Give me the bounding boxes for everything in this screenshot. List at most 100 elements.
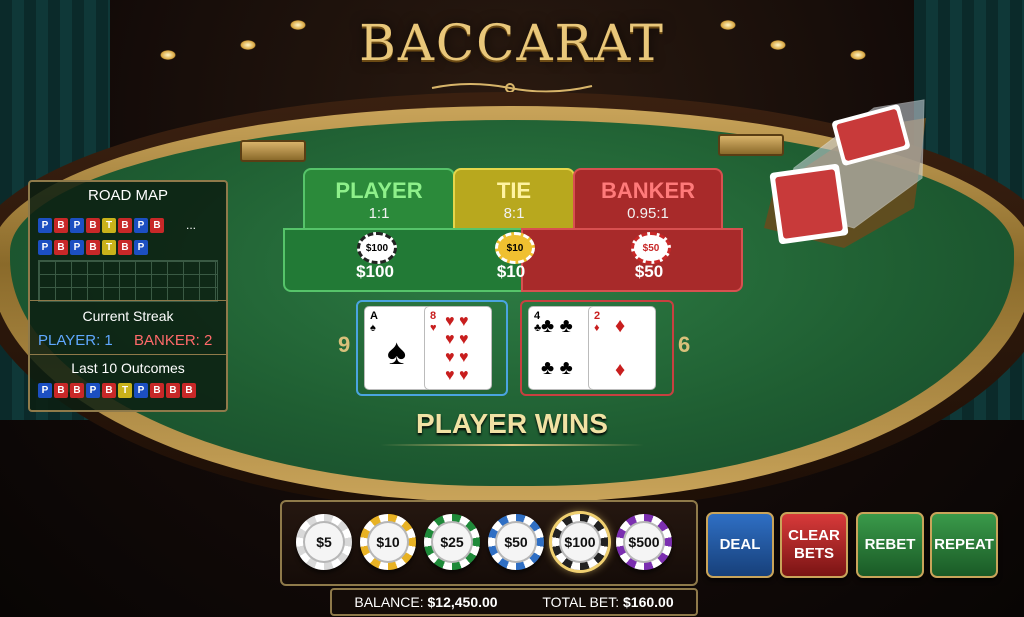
road-map-cell: B xyxy=(86,240,100,255)
tie-bet-chip: $10 xyxy=(495,232,535,264)
card-shoe xyxy=(764,99,926,248)
player-odds: 1:1 xyxy=(368,205,390,222)
chip-100-button[interactable]: $100 xyxy=(552,514,608,570)
card-rank: 2 xyxy=(594,310,601,322)
chip-25-button[interactable]: $25 xyxy=(424,514,480,570)
road-map-cell: T xyxy=(102,218,116,233)
chip-selector-tray: $5 $10 $25 $50 $100 $500 xyxy=(280,500,698,586)
chip-label: $500 xyxy=(623,521,665,563)
road-map-cell: B xyxy=(70,383,84,398)
player-card-2: 8 ♥ ♥ ♥ ♥ ♥ ♥ ♥ ♥ ♥ xyxy=(424,306,492,390)
chip-5-button[interactable]: $5 xyxy=(296,514,352,570)
road-map-cell: P xyxy=(70,240,84,255)
card-suit: ♠ xyxy=(370,322,376,334)
balance-label: BALANCE: xyxy=(354,594,424,610)
wall-light xyxy=(290,20,306,30)
road-map-cell: B xyxy=(54,383,68,398)
chip-slot xyxy=(240,140,306,162)
player-score: 9 xyxy=(338,332,351,357)
banker-bet-zone[interactable] xyxy=(521,228,743,292)
road-map-row: PBPBTBPB xyxy=(38,218,164,233)
road-map-cell: P xyxy=(134,240,148,255)
total-bet-value: $160.00 xyxy=(623,594,674,610)
divider xyxy=(30,354,226,355)
road-map-cell: B xyxy=(86,218,100,233)
road-map-cell: P xyxy=(70,218,84,233)
banker-card-2: 2 ♦ ♦ ♦ xyxy=(588,306,656,390)
card-rank: A xyxy=(370,310,378,322)
road-map-cell: B xyxy=(118,218,132,233)
banker-streak: BANKER: 2 xyxy=(134,332,213,349)
banker-bet-box[interactable]: BANKER 0.95:1 xyxy=(573,168,723,232)
player-card-1: A ♠ ♠ xyxy=(364,306,432,390)
wall-light xyxy=(160,50,176,60)
road-map-panel: ROAD MAP PBPBTBPB ... PBPBTBP Current St… xyxy=(28,180,228,412)
chip-label: $100 xyxy=(559,521,601,563)
player-bet-zone[interactable] xyxy=(283,228,525,292)
balance-value: $12,450.00 xyxy=(427,594,498,610)
heart-icon: ♥ ♥ xyxy=(445,367,469,384)
tie-bet-amount: $10 xyxy=(496,262,526,281)
clear-bets-button[interactable]: CLEAR BETS xyxy=(780,512,848,578)
betting-area: PLAYER 1:1 TIE 8:1 BANKER 0.95:1 $100 $1… xyxy=(283,168,743,292)
road-map-cell: P xyxy=(38,240,52,255)
tie-bet-box[interactable]: TIE 8:1 xyxy=(453,168,575,232)
total-bet-label: TOTAL BET: xyxy=(542,594,620,610)
chip-label: $10 xyxy=(367,521,409,563)
road-map-cell: P xyxy=(134,383,148,398)
card-rank: 4 xyxy=(534,310,541,322)
chip-label: $25 xyxy=(431,521,473,563)
road-map-cell: B xyxy=(54,218,68,233)
player-bet-box[interactable]: PLAYER 1:1 xyxy=(303,168,455,232)
banker-score: 6 xyxy=(678,332,691,357)
deal-button[interactable]: DEAL xyxy=(706,512,774,578)
wall-light xyxy=(720,20,736,30)
road-map-cell: B xyxy=(150,218,164,233)
road-map-row: PBPBTBP xyxy=(38,240,148,255)
road-map-cell: B xyxy=(118,240,132,255)
wall-light xyxy=(850,50,866,60)
road-map-cell: B xyxy=(166,383,180,398)
repeat-button[interactable]: REPEAT xyxy=(930,512,998,578)
road-map-cell: B xyxy=(182,383,196,398)
card-suit: ♦ xyxy=(594,322,600,334)
last-ten-title: Last 10 Outcomes xyxy=(71,360,185,376)
road-map-cell: P xyxy=(134,218,148,233)
road-map-cell: P xyxy=(86,383,100,398)
road-map-cell: B xyxy=(150,383,164,398)
chip-label: $5 xyxy=(303,521,345,563)
chip-label: $50 xyxy=(495,521,537,563)
last-ten-outcomes: PBBPBTPBBB xyxy=(38,383,196,398)
road-map-cell: P xyxy=(38,218,52,233)
result-banner: PLAYER WINS xyxy=(416,408,608,439)
spade-icon: ♠ xyxy=(387,331,407,372)
road-map-title: ROAD MAP xyxy=(87,187,168,204)
road-map-cell: B xyxy=(102,383,116,398)
road-map-cell: B xyxy=(54,240,68,255)
tie-bet-label: TIE xyxy=(496,178,532,203)
banker-bet-amount: $50 xyxy=(634,262,664,281)
rebet-button[interactable]: REBET xyxy=(856,512,924,578)
chip-50-button[interactable]: $50 xyxy=(488,514,544,570)
chip-500-button[interactable]: $500 xyxy=(616,514,672,570)
player-streak: PLAYER: 1 xyxy=(38,332,113,349)
card-rank: 8 xyxy=(430,310,437,322)
chip-10-button[interactable]: $10 xyxy=(360,514,416,570)
tie-odds: 8:1 xyxy=(503,205,525,222)
status-bar: BALANCE: $12,450.00 TOTAL BET: $160.00 xyxy=(330,588,698,616)
banker-card-1: 4 ♣ ♣ ♣ ♣ ♣ xyxy=(528,306,596,390)
club-icon: ♣ ♣ xyxy=(541,315,573,337)
streak-title: Current Streak xyxy=(82,308,174,324)
road-map-cell: T xyxy=(102,240,116,255)
total-bet-display: TOTAL BET: $160.00 xyxy=(542,594,673,610)
road-map-more: ... xyxy=(186,218,197,232)
result-underline xyxy=(380,444,644,446)
road-map-cell: P xyxy=(38,383,52,398)
banker-odds: 0.95:1 xyxy=(627,205,669,222)
banker-bet-label: BANKER xyxy=(600,178,696,203)
heart-icon: ♥ ♥ xyxy=(445,313,469,330)
road-map-grid xyxy=(38,260,218,302)
diamond-icon: ♦ xyxy=(615,315,626,337)
heart-icon: ♥ ♥ xyxy=(445,349,469,366)
player-bet-amount: $100 xyxy=(356,262,394,281)
